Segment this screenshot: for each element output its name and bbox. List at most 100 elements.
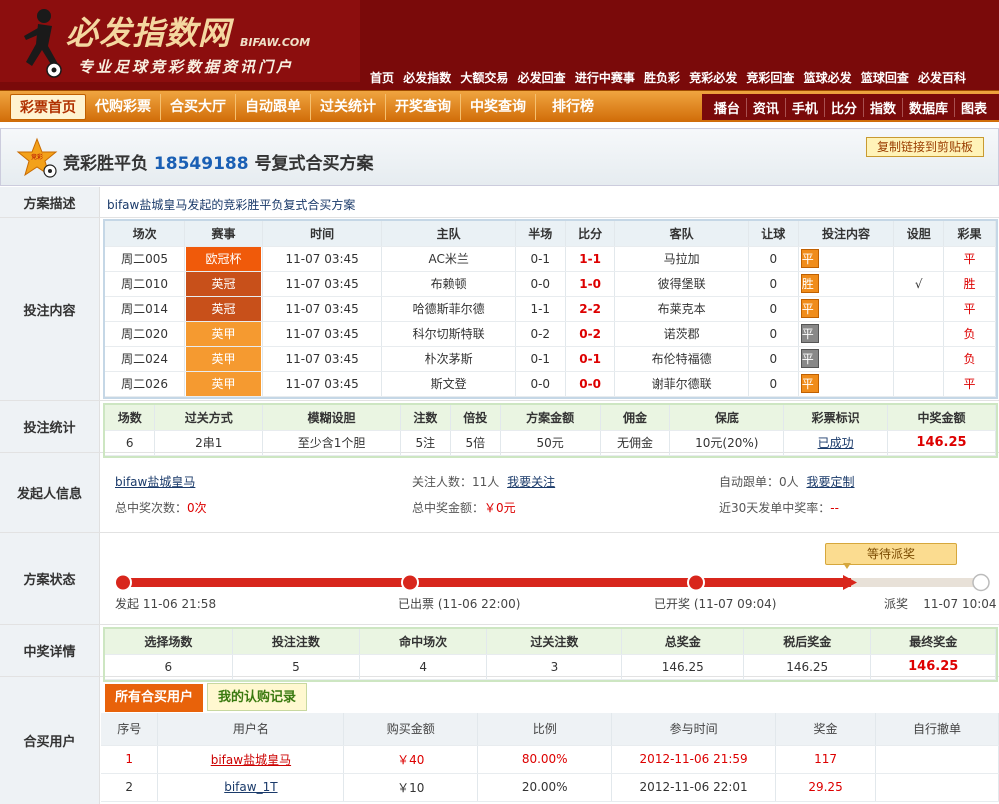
league-badge[interactable]: 英甲 (186, 321, 261, 346)
page-title: 竞彩胜平负 18549188 号复式合买方案 (63, 149, 373, 174)
half-score: 0-0 (515, 271, 566, 297)
away-team[interactable]: 彼得堡联 (614, 271, 749, 297)
topnav-basketball-review[interactable]: 篮球回查 (861, 71, 909, 85)
initiator-name-link[interactable]: bifaw盐城皇马 (115, 475, 195, 489)
buyers-col-amount: 购买金额 (343, 713, 479, 746)
buyer-user-link[interactable]: bifaw_1T (224, 780, 277, 794)
step-dot-start (114, 573, 132, 592)
prize-final: 146.25 (870, 654, 996, 680)
home-team[interactable]: 朴次茅斯 (381, 346, 516, 372)
half-score: 1-1 (515, 296, 566, 322)
home-team[interactable]: AC米兰 (381, 246, 516, 272)
full-score: 0-1 (565, 346, 616, 372)
league-badge[interactable]: 英冠 (186, 271, 261, 296)
buyers-col-user: 用户名 (157, 713, 345, 746)
league-badge[interactable]: 欧冠杯 (186, 246, 261, 271)
home-team[interactable]: 哈德斯菲尔德 (381, 296, 516, 322)
away-team[interactable]: 布莱克本 (614, 296, 749, 322)
tab-my-records[interactable]: 我的认购记录 (207, 683, 308, 711)
league-cell: 英甲 (184, 321, 263, 347)
topnav-big-trades[interactable]: 大额交易 (460, 71, 508, 85)
buyer-no: 1 (101, 745, 159, 774)
prize-hits: 4 (359, 654, 488, 680)
nav-charts[interactable]: 图表 (955, 98, 993, 117)
home-team[interactable]: 布赖顿 (381, 271, 516, 297)
prize-parlay-bets: 3 (486, 654, 623, 680)
match-time: 11-07 03:45 (262, 321, 383, 347)
match-row: 周二024 英甲 11-07 03:45 朴次茅斯 0-1 0-1 布伦特福德 0 平负 (105, 346, 996, 372)
follow-label: 关注人数： (412, 475, 473, 489)
prize-col-after-tax: 税后奖金 (743, 629, 872, 655)
league-badge[interactable]: 英甲 (186, 371, 261, 396)
topnav-win-lose[interactable]: 胜负彩 (644, 71, 680, 85)
buyer-time: 2012-11-06 21:59 (611, 745, 777, 774)
buyers-col-cancel: 自行撤单 (875, 713, 999, 746)
topnav-encyclopedia[interactable]: 必发百科 (918, 71, 966, 85)
pick-badge: 平 (800, 324, 819, 343)
stats-col-commission: 佣金 (600, 405, 671, 431)
follow-link[interactable]: 我要关注 (507, 475, 555, 489)
nav-news[interactable]: 资讯 (747, 97, 786, 117)
league-badge[interactable]: 英甲 (186, 346, 261, 371)
nav-proxy-buy[interactable]: 代购彩票 (86, 94, 161, 120)
buyer-prize: 29.25 (775, 773, 876, 802)
away-team[interactable]: 谢菲尔德联 (614, 371, 749, 397)
footballer-icon (24, 9, 62, 78)
nav-draw-query[interactable]: 开奖查询 (386, 94, 461, 120)
home-team[interactable]: 科尔切斯特联 (381, 321, 516, 347)
topnav-jingcai-bifa[interactable]: 竞彩必发 (689, 71, 737, 85)
tab-all-buyers[interactable]: 所有合买用户 (105, 684, 204, 712)
site-logo[interactable]: 必发指数网 BIFAW.COM 专业足球竞彩数据资讯门户 (0, 0, 360, 82)
buyer-amount: ￥40 (343, 745, 479, 774)
topnav-bifa-index[interactable]: 必发指数 (403, 71, 451, 85)
away-team[interactable]: 诺茨郡 (614, 321, 749, 347)
col-banker: 设胆 (893, 221, 945, 247)
home-team[interactable]: 斯文登 (381, 371, 516, 397)
nav-index[interactable]: 指数 (864, 97, 903, 117)
topnav-live-matches[interactable]: 进行中赛事 (575, 71, 635, 85)
topnav-home[interactable]: 首页 (370, 71, 394, 85)
logo-domain: BIFAW.COM (240, 36, 311, 49)
full-score: 1-0 (565, 271, 616, 297)
buyers-col-ratio: 比例 (477, 713, 613, 746)
banker-mark (893, 321, 945, 347)
buyer-user-link[interactable]: bifaw盐城皇马 (211, 753, 291, 767)
logo-slogan: 专业足球竞彩数据资讯门户 (78, 58, 295, 76)
ticket-flag-link[interactable]: 已成功 (818, 436, 854, 450)
nav-parlay-stats[interactable]: 过关统计 (311, 94, 386, 120)
topnav-jingcai-review[interactable]: 竞彩回查 (746, 71, 794, 85)
away-team[interactable]: 布伦特福德 (614, 346, 749, 372)
prize-after-tax: 146.25 (743, 654, 872, 680)
nav-lottery-home[interactable]: 彩票首页 (10, 94, 86, 120)
site-header: 必发指数网 BIFAW.COM 专业足球竞彩数据资讯门户 首页 必发指数 大额交… (0, 0, 999, 90)
nav-auto-follow[interactable]: 自动跟单 (236, 94, 311, 120)
pick-badge: 胜 (800, 274, 819, 293)
step-start-label: 发起 11-06 21:58 (115, 597, 217, 611)
follow-count: 11人 (472, 475, 500, 489)
logo-title: 必发指数网 (66, 14, 232, 52)
topnav-bifa-review[interactable]: 必发回查 (518, 71, 566, 85)
nav-database[interactable]: 数据库 (903, 97, 955, 117)
nav-prize-query[interactable]: 中奖查询 (461, 94, 536, 120)
match-time: 11-07 03:45 (262, 246, 383, 272)
league-badge[interactable]: 英冠 (186, 296, 261, 321)
nav-scores[interactable]: 比分 (825, 97, 864, 117)
customize-link[interactable]: 我要定制 (806, 475, 854, 489)
nav-mobile[interactable]: 手机 (786, 97, 825, 117)
topnav-basketball-bifa[interactable]: 篮球必发 (804, 71, 852, 85)
step-payout-label: 派奖 11-07 10:04 (884, 597, 997, 611)
banker-mark (893, 246, 945, 272)
buyer-tabs: 所有合买用户 我的认购记录 (105, 683, 311, 712)
nav-ranking[interactable]: 排行榜 (536, 94, 603, 120)
copy-link-button[interactable]: 复制链接到剪贴板 (865, 137, 984, 157)
prize-selected: 6 (105, 654, 233, 680)
pick-badge: 平 (800, 349, 819, 368)
half-score: 0-1 (515, 346, 566, 372)
total-amount: ￥0元 (484, 501, 516, 515)
prize-col-selected: 选择场数 (105, 629, 233, 655)
nav-broadcast[interactable]: 播台 (708, 97, 747, 117)
nav-group-buy-hall[interactable]: 合买大厅 (161, 94, 236, 120)
away-team[interactable]: 马拉加 (614, 246, 749, 272)
col-handicap: 让球 (748, 221, 799, 247)
banker-mark (893, 371, 945, 397)
